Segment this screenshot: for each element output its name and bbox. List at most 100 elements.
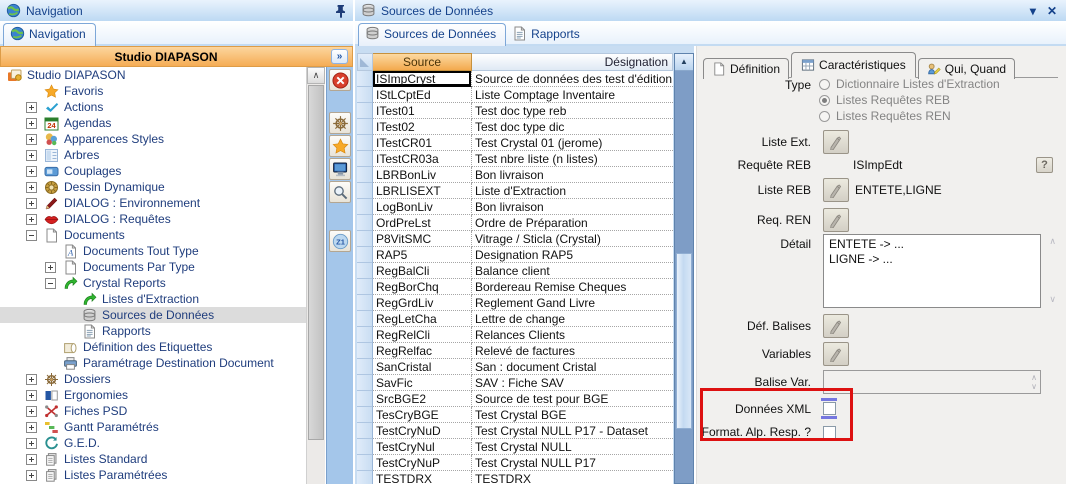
cell-designation[interactable]: Liste Comptage Inventaire: [472, 87, 673, 103]
row-selector[interactable]: [357, 471, 373, 484]
expand-plus-icon[interactable]: [26, 102, 37, 113]
row-selector[interactable]: [357, 455, 373, 471]
cell-designation[interactable]: Designation RAP5: [472, 247, 673, 263]
row-selector[interactable]: [357, 407, 373, 423]
cell-source[interactable]: ITest01: [373, 103, 472, 119]
cell-source[interactable]: LBRLISEXT: [373, 183, 472, 199]
cell-designation[interactable]: Liste d'Extraction: [472, 183, 673, 199]
expand-panel-button[interactable]: »: [331, 49, 348, 64]
expand-plus-icon[interactable]: [26, 438, 37, 449]
row-selector[interactable]: [357, 215, 373, 231]
cell-designation[interactable]: Lettre de change: [472, 311, 673, 327]
cell-designation[interactable]: SAV : Fiche SAV: [472, 375, 673, 391]
cell-source[interactable]: RegBalCli: [373, 263, 472, 279]
cell-source[interactable]: RegLetCha: [373, 311, 472, 327]
cell-designation[interactable]: Test doc type dic: [472, 119, 673, 135]
monitor-button[interactable]: [329, 158, 351, 180]
cell-source[interactable]: ITestCR03a: [373, 151, 472, 167]
tree-item-g-e-d[interactable]: G.E.D.: [0, 435, 306, 451]
row-selector[interactable]: [357, 295, 373, 311]
tree-item-dialog-requ-tes[interactable]: DIALOG : Requêtes: [0, 211, 306, 227]
tree-item-fiches-psd[interactable]: Fiches PSD: [0, 403, 306, 419]
cell-source[interactable]: LBRBonLiv: [373, 167, 472, 183]
cell-designation[interactable]: Vitrage / Sticla (Crystal): [472, 231, 673, 247]
detail-scroll-up-icon[interactable]: ∧: [1049, 237, 1056, 246]
cell-designation[interactable]: Test Crystal 01 (jerome): [472, 135, 673, 151]
z1-button[interactable]: Z1: [329, 230, 351, 252]
expand-plus-icon[interactable]: [26, 470, 37, 481]
cell-designation[interactable]: Test Crystal BGE: [472, 407, 673, 423]
row-selector[interactable]: [357, 199, 373, 215]
cell-designation[interactable]: San : document Cristal: [472, 359, 673, 375]
row-selector[interactable]: [357, 103, 373, 119]
cell-source[interactable]: TesCryBGE: [373, 407, 472, 423]
tree-item-ergonomies[interactable]: Ergonomies: [0, 387, 306, 403]
cell-source[interactable]: RAP5: [373, 247, 472, 263]
pin-icon[interactable]: [335, 4, 347, 18]
tree-item-dialog-environnement[interactable]: DIALOG : Environnement: [0, 195, 306, 211]
expand-plus-icon[interactable]: [26, 390, 37, 401]
row-selector[interactable]: [357, 263, 373, 279]
expand-plus-icon[interactable]: [26, 374, 37, 385]
cell-source[interactable]: RegGrdLiv: [373, 295, 472, 311]
row-selector[interactable]: [357, 151, 373, 167]
collapse-panel-icon[interactable]: ▾: [1027, 4, 1039, 18]
cell-source[interactable]: ISImpCryst: [373, 71, 472, 87]
cell-source[interactable]: SrcBGE2: [373, 391, 472, 407]
table-scrollbar[interactable]: ▲: [674, 53, 694, 484]
close-navigator-button[interactable]: [329, 69, 351, 91]
tree-item-d-finition-des-etiquettes[interactable]: Définition des Etiquettes: [0, 339, 306, 355]
expand-plus-icon[interactable]: [26, 166, 37, 177]
tree-item-crystal-reports[interactable]: Crystal Reports: [0, 275, 306, 291]
row-selector[interactable]: [357, 375, 373, 391]
row-selector[interactable]: [357, 71, 373, 87]
cell-designation[interactable]: TESTDRX: [472, 471, 673, 484]
cell-designation[interactable]: Balance client: [472, 263, 673, 279]
tree-item-documents-tout-type[interactable]: ADocuments Tout Type: [0, 243, 306, 259]
expand-plus-icon[interactable]: [26, 118, 37, 129]
tree-item-dessin-dynamique[interactable]: Dessin Dynamique: [0, 179, 306, 195]
tree-item-couplages[interactable]: Couplages: [0, 163, 306, 179]
cell-source[interactable]: TestCryNul: [373, 439, 472, 455]
tree-item-param-trage-destination-document[interactable]: Paramétrage Destination Document: [0, 355, 306, 371]
tree-scroll-up-icon[interactable]: ∧: [307, 67, 325, 84]
cell-designation[interactable]: Test Crystal NULL P17: [472, 455, 673, 471]
column-header-designation[interactable]: Désignation: [472, 53, 673, 71]
detail-tab-qui-quand[interactable]: Qui, Quand: [918, 58, 1015, 79]
row-selector[interactable]: [357, 231, 373, 247]
row-selector[interactable]: [357, 359, 373, 375]
tree-item-studio-diapason[interactable]: Studio DIAPASON: [0, 67, 306, 83]
cell-source[interactable]: IStLCptEd: [373, 87, 472, 103]
detail-textarea[interactable]: ENTETE -> ... LIGNE -> ...: [823, 234, 1041, 308]
tree-item-listes-standard[interactable]: Listes Standard: [0, 451, 306, 467]
cell-designation[interactable]: Bon livraison: [472, 199, 673, 215]
detail-scroll-down-icon[interactable]: ∨: [1049, 295, 1056, 304]
tree-item-listes-d-extraction[interactable]: Listes d'Extraction: [0, 291, 306, 307]
row-selector[interactable]: [357, 119, 373, 135]
cell-designation[interactable]: Test Crystal NULL: [472, 439, 673, 455]
table-scrollbar-thumb[interactable]: [676, 253, 692, 429]
row-selector[interactable]: [357, 439, 373, 455]
cell-designation[interactable]: Test nbre liste (n listes): [472, 151, 673, 167]
row-selector[interactable]: [357, 167, 373, 183]
help-button[interactable]: ?: [1036, 157, 1053, 173]
row-selector[interactable]: [357, 311, 373, 327]
cell-designation[interactable]: Test doc type reb: [472, 103, 673, 119]
cell-designation[interactable]: Bon livraison: [472, 167, 673, 183]
tree-item-rapports[interactable]: Rapports: [0, 323, 306, 339]
liste-reb-picker-button[interactable]: [823, 178, 849, 202]
tree-scrollbar-thumb[interactable]: [308, 85, 324, 440]
liste-ext-picker-button[interactable]: [823, 130, 849, 154]
req-ren-picker-button[interactable]: [823, 208, 849, 232]
tree-item-agendas[interactable]: 24Agendas: [0, 115, 306, 131]
row-selector[interactable]: [357, 423, 373, 439]
cell-source[interactable]: TESTDRX: [373, 471, 472, 484]
row-selector[interactable]: [357, 391, 373, 407]
tree-item-documents[interactable]: Documents: [0, 227, 306, 243]
cell-designation[interactable]: Source de données des test d'édition CRY: [472, 71, 673, 87]
cell-designation[interactable]: Relances Clients: [472, 327, 673, 343]
cell-designation[interactable]: Bordereau Remise Cheques: [472, 279, 673, 295]
column-header-source[interactable]: Source: [373, 53, 472, 71]
cell-source[interactable]: TestCryNuP: [373, 455, 472, 471]
expand-plus-icon[interactable]: [26, 214, 37, 225]
